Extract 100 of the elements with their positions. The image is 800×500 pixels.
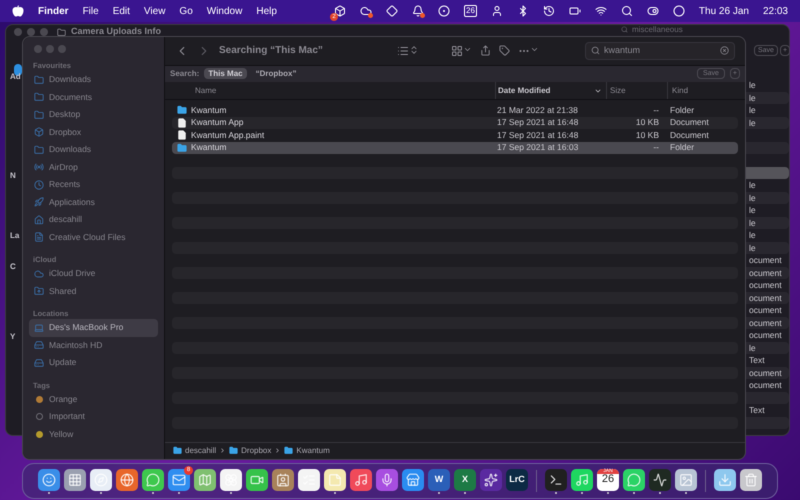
list-row[interactable]: Text [744, 354, 789, 366]
list-row[interactable]: le [744, 342, 789, 354]
app-icon[interactable] [246, 468, 268, 490]
battery-icon[interactable] [568, 5, 581, 17]
list-row[interactable]: le [744, 242, 789, 254]
sidebar-item[interactable]: AirDrop [29, 158, 158, 176]
menu-item[interactable]: File [82, 4, 99, 18]
app-icon[interactable] [324, 468, 346, 490]
app-icon[interactable] [64, 468, 86, 490]
app-icon[interactable] [116, 468, 138, 490]
sidebar-item[interactable]: Desktop [29, 106, 158, 124]
app-icon[interactable] [168, 468, 190, 490]
app-icon[interactable] [623, 468, 645, 490]
box-icon[interactable] [334, 5, 346, 17]
menu-item[interactable]: Edit [112, 4, 130, 18]
file-row[interactable]: Kwantum App 17 Sep 2021 at 16:48 10 KB Document [172, 116, 738, 129]
column-header[interactable]: Size [606, 82, 667, 99]
grid-icon[interactable] [451, 44, 463, 57]
sidebar-item[interactable]: Creative Cloud Files [29, 228, 158, 246]
file-row[interactable]: Kwantum 17 Sep 2021 at 16:03 -- Folder [172, 142, 738, 154]
sidebar-item[interactable]: Shared [29, 282, 158, 300]
sidebar-item[interactable]: iCloud Drive [29, 265, 158, 282]
list-row[interactable]: Text [744, 404, 789, 416]
app-icon[interactable] [272, 468, 294, 490]
sidebar-item[interactable]: Update [29, 354, 158, 372]
list-row[interactable]: le [744, 216, 789, 229]
scope-option[interactable]: “Dropbox” [252, 68, 300, 80]
column-header[interactable]: Name [165, 82, 495, 99]
menu-item[interactable]: View [144, 4, 166, 18]
list-row[interactable]: le [744, 116, 789, 129]
sidebar-item[interactable]: Macintosh HD [29, 336, 158, 354]
history-icon[interactable] [542, 5, 555, 17]
menu-time[interactable]: 22:03 [762, 4, 788, 18]
search-icon[interactable] [620, 5, 633, 17]
cloud-icon[interactable] [360, 5, 372, 17]
app-icon[interactable] [402, 468, 424, 490]
app-icon[interactable] [571, 468, 593, 490]
app-icon[interactable] [545, 468, 567, 490]
sidebar-item[interactable]: Downloads [29, 71, 158, 88]
file-row[interactable]: Kwantum 21 Mar 2022 at 21:38 -- Folder [172, 104, 738, 116]
list-row[interactable]: le [744, 229, 789, 242]
sidebar-item[interactable]: Dropbox [29, 124, 158, 141]
circle-icon[interactable] [438, 5, 450, 17]
sidebar-item[interactable]: Orange [29, 390, 158, 408]
list-row[interactable]: ocument [744, 366, 789, 379]
app-icon[interactable] [142, 468, 164, 490]
list-row[interactable]: ocument [744, 292, 789, 304]
column-header[interactable]: Date Modified [495, 82, 606, 99]
list-row[interactable]: le [744, 204, 789, 216]
bell-icon[interactable] [412, 5, 424, 17]
list-row[interactable]: le [744, 104, 789, 116]
app-menu[interactable]: Finder [38, 4, 69, 18]
app-icon[interactable]: X [454, 468, 476, 490]
file-row[interactable]: Kwantum App.paint 17 Sep 2021 at 16:48 10 KB Document [172, 129, 738, 142]
column-header[interactable]: Kind [667, 82, 745, 99]
sidebar-item[interactable]: Downloads [29, 141, 158, 158]
sidebar-item[interactable]: Important [29, 408, 158, 426]
sidebar-item[interactable]: descahill [29, 211, 158, 228]
list-row[interactable]: ocument [744, 329, 789, 342]
clear-icon[interactable] [720, 46, 729, 56]
app-icon[interactable] [675, 468, 697, 490]
sidebar-item[interactable]: Documents [29, 88, 158, 106]
menu-item[interactable]: Window [206, 4, 242, 18]
menu-item[interactable]: Go [179, 4, 193, 18]
app-icon[interactable] [740, 468, 762, 490]
app-icon[interactable] [90, 468, 112, 490]
sidebar-item[interactable]: Applications [29, 194, 158, 211]
list-row[interactable]: ocument [744, 316, 789, 329]
list-row[interactable]: ocument [744, 379, 789, 392]
scope-option[interactable]: This Mac [204, 68, 247, 80]
list-row[interactable]: le [744, 79, 789, 92]
calendar-status-item[interactable]: 26 [464, 5, 477, 17]
app-icon[interactable] [298, 468, 320, 490]
app-icon[interactable] [194, 468, 216, 490]
path-item[interactable]: descahill [185, 444, 216, 457]
app-icon[interactable] [376, 468, 398, 490]
tag-icon[interactable] [499, 45, 510, 56]
list-row[interactable]: le [744, 179, 789, 192]
up-down-icon[interactable] [409, 44, 419, 55]
list-row[interactable]: ocument [744, 266, 789, 279]
list-row[interactable]: le [744, 92, 789, 104]
app-icon[interactable]: LrC [506, 468, 528, 490]
toggle-icon[interactable] [646, 5, 659, 17]
sidebar-item[interactable]: Des's MacBook Pro [29, 319, 158, 336]
app-icon[interactable] [350, 468, 372, 490]
path-item[interactable]: Kwantum [296, 444, 330, 457]
list-row[interactable]: ocument [744, 304, 789, 316]
path-item[interactable]: Dropbox [241, 444, 272, 457]
user-icon[interactable] [490, 5, 503, 17]
app-icon[interactable]: W [428, 468, 450, 490]
apple-icon[interactable] [12, 5, 24, 17]
share-icon[interactable] [480, 45, 491, 56]
sidebar-item[interactable]: Recents [29, 176, 158, 194]
app-icon[interactable] [38, 468, 60, 490]
app-icon[interactable] [714, 468, 736, 490]
orb-icon[interactable] [672, 5, 685, 17]
list-row[interactable]: ocument [744, 254, 789, 266]
diamond-icon[interactable] [386, 5, 398, 17]
app-icon[interactable] [220, 468, 242, 490]
menu-date[interactable]: Thu 26 Jan [698, 4, 749, 18]
